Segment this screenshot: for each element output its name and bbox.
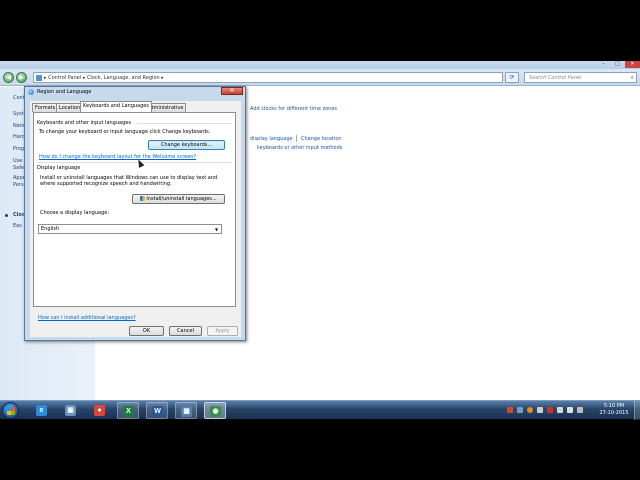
install-uninstall-languages-button[interactable]: Install/uninstall languages... (132, 194, 225, 204)
left-nav-item[interactable]: Cont (13, 95, 25, 101)
left-nav-item[interactable]: Pers (13, 182, 24, 188)
region-language-icon: ◉ (210, 406, 221, 417)
tray-monitor-icon[interactable] (537, 407, 543, 413)
group-divider (137, 123, 232, 124)
dialog-titlebar[interactable]: Region and Language ✕ (25, 87, 245, 97)
link-separator (296, 135, 297, 142)
display-language-link[interactable]: display language (250, 136, 293, 142)
taskbar-region-language-button[interactable]: ◉ (204, 402, 226, 419)
tray-recording-icon[interactable] (547, 407, 553, 413)
navigation-bar: ◀ ▶ ▸ Control Panel ▸ Clock, Language, a… (0, 69, 640, 86)
region-language-dialog: Region and Language ✕ Formats Location K… (24, 86, 246, 341)
forward-button[interactable]: ▶ (16, 72, 27, 83)
taskbar-chrome-button[interactable]: ● (89, 402, 111, 419)
tray-wifi-icon[interactable] (557, 407, 563, 413)
word-icon: W (152, 406, 163, 417)
tray-flag-icon[interactable] (507, 407, 513, 413)
tray-volume-icon[interactable] (567, 407, 573, 413)
keyboards-description: To change your keyboard or input languag… (39, 129, 211, 135)
left-nav-item[interactable]: Use (13, 158, 22, 164)
left-nav-item[interactable]: Syst (13, 111, 24, 117)
maximize-button[interactable]: □ (611, 61, 624, 68)
ok-button[interactable]: OK (129, 326, 164, 336)
address-bar[interactable]: ▸ Control Panel ▸ Clock, Language, and R… (33, 72, 503, 83)
change-keyboards-button[interactable]: Change keyboards... (148, 140, 225, 150)
show-desktop-button[interactable] (634, 401, 640, 420)
globe-icon (28, 89, 34, 95)
computer-icon: ▣ (65, 405, 76, 416)
tray-battery-icon[interactable] (577, 407, 583, 413)
back-button[interactable]: ◀ (3, 72, 14, 83)
uac-shield-icon (140, 196, 146, 201)
selected-bullet-icon (5, 214, 8, 217)
refresh-icon[interactable]: ⟳ (505, 72, 519, 83)
keyboards-group-label: Keyboards and other input languages (37, 120, 133, 126)
left-nav-item[interactable]: Eas (13, 223, 22, 229)
windows-logo-icon (7, 407, 15, 415)
cancel-button[interactable]: Cancel (169, 326, 202, 336)
control-panel-icon (36, 75, 42, 81)
tab-panel: Keyboards and other input languages To c… (33, 112, 236, 307)
display-language-group-label: Display language (37, 165, 83, 171)
display-language-select[interactable]: English ▼ (38, 224, 222, 234)
internet-explorer-icon: e (36, 405, 47, 416)
search-input[interactable]: Search Control Panel ⌕ (524, 72, 637, 83)
display-language-description-2: where supported recognize speech and han… (40, 181, 172, 187)
system-tray (505, 405, 585, 415)
control-panel-icon: ▦ (181, 406, 192, 417)
tab-formats[interactable]: Formats (32, 103, 59, 112)
search-icon[interactable]: ⌕ (631, 74, 634, 82)
dialog-close-button[interactable]: ✕ (221, 87, 243, 95)
apply-button[interactable]: Apply (207, 326, 238, 336)
tray-network-icon[interactable] (517, 407, 523, 413)
install-additional-languages-link[interactable]: How can I install additional languages? (38, 315, 136, 321)
taskbar-word-button[interactable]: W (146, 402, 168, 419)
welcome-screen-layout-link[interactable]: How do I change the keyboard layout for … (39, 154, 196, 160)
chrome-icon: ● (94, 405, 105, 416)
screen: – □ ✕ ◀ ▶ ▸ Control Panel ▸ Clock, Langu… (0, 61, 640, 419)
dialog-title: Region and Language (37, 89, 92, 95)
minimize-button[interactable]: – (597, 61, 610, 68)
taskbar-internet-explorer-button[interactable]: e (31, 402, 53, 419)
breadcrumb[interactable]: ▸ Control Panel ▸ Clock, Language, and R… (44, 75, 164, 81)
keyboards-link[interactable]: keyboards or other input methods (257, 145, 342, 151)
group-divider (37, 162, 232, 163)
tray-app-icon[interactable] (527, 407, 533, 413)
left-nav-item[interactable]: Safe (13, 165, 24, 171)
clock-time: 5:10 PM (603, 403, 625, 409)
dialog-body: Formats Location Keyboards and Languages… (30, 101, 241, 337)
tab-keyboards-and-languages[interactable]: Keyboards and Languages (80, 101, 152, 112)
start-button[interactable] (2, 402, 19, 419)
close-button[interactable]: ✕ (625, 61, 640, 68)
taskbar-excel-button[interactable]: X (117, 402, 139, 419)
clock-date: 27-10-2015 (599, 410, 629, 416)
choose-display-language-label: Choose a display language: (40, 210, 110, 216)
add-clocks-link[interactable]: Add clocks for different time zones (250, 106, 337, 112)
excel-icon: X (123, 406, 134, 417)
left-nav-item[interactable]: Prog (13, 146, 24, 152)
chevron-down-icon[interactable]: ▼ (213, 226, 220, 233)
clock[interactable]: 5:10 PM 27-10-2015 (597, 403, 631, 417)
taskbar-control-panel-button[interactable]: ▦ (175, 402, 197, 419)
taskbar-computer-button[interactable]: ▣ (60, 402, 82, 419)
taskbar: e ▣ ● X W ▦ ◉ 5:10 PM 27-10-2015 (0, 400, 640, 420)
search-placeholder: Search Control Panel (529, 75, 582, 81)
control-panel-titlebar: – □ ✕ (0, 61, 640, 69)
install-uninstall-languages-label: Install/uninstall languages... (146, 196, 217, 202)
change-location-link[interactable]: Change location (301, 136, 342, 142)
display-language-value: English (41, 226, 60, 232)
